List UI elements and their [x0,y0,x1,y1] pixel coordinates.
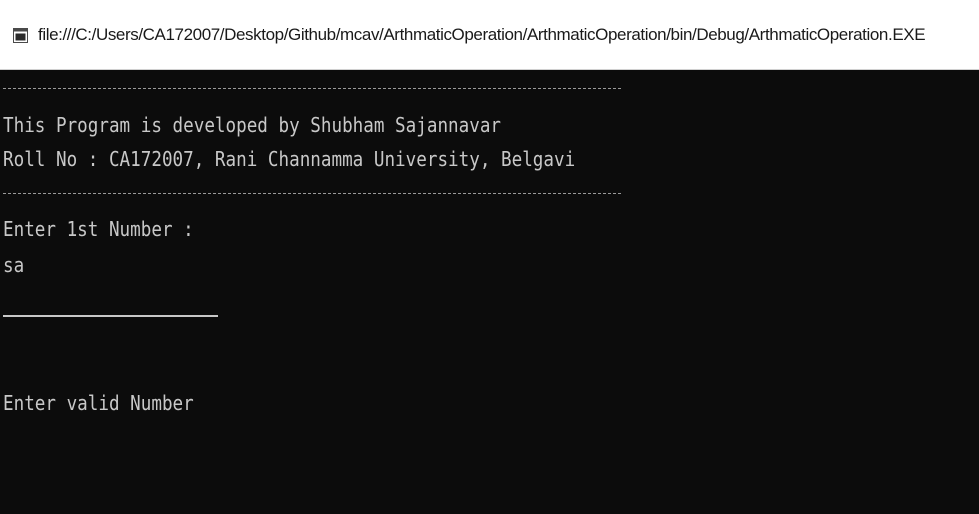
separator-top [3,88,621,89]
developer-line: This Program is developed by Shubham Saj… [3,113,502,137]
title-bar[interactable]: file:///C:/Users/CA172007/Desktop/Github… [0,0,979,70]
window-title: file:///C:/Users/CA172007/Desktop/Github… [38,25,926,44]
input-underline [3,315,218,317]
user-input-text: sa [3,253,25,277]
separator-bottom [3,193,621,194]
console-window: file:///C:/Users/CA172007/Desktop/Github… [0,0,979,514]
first-number-prompt: Enter 1st Number : [3,217,194,241]
console-app-icon [13,28,28,43]
console-output[interactable]: This Program is developed by Shubham Saj… [0,70,979,514]
roll-number-line: Roll No : CA172007, Rani Channamma Unive… [3,147,576,171]
error-message: Enter valid Number [3,391,194,415]
